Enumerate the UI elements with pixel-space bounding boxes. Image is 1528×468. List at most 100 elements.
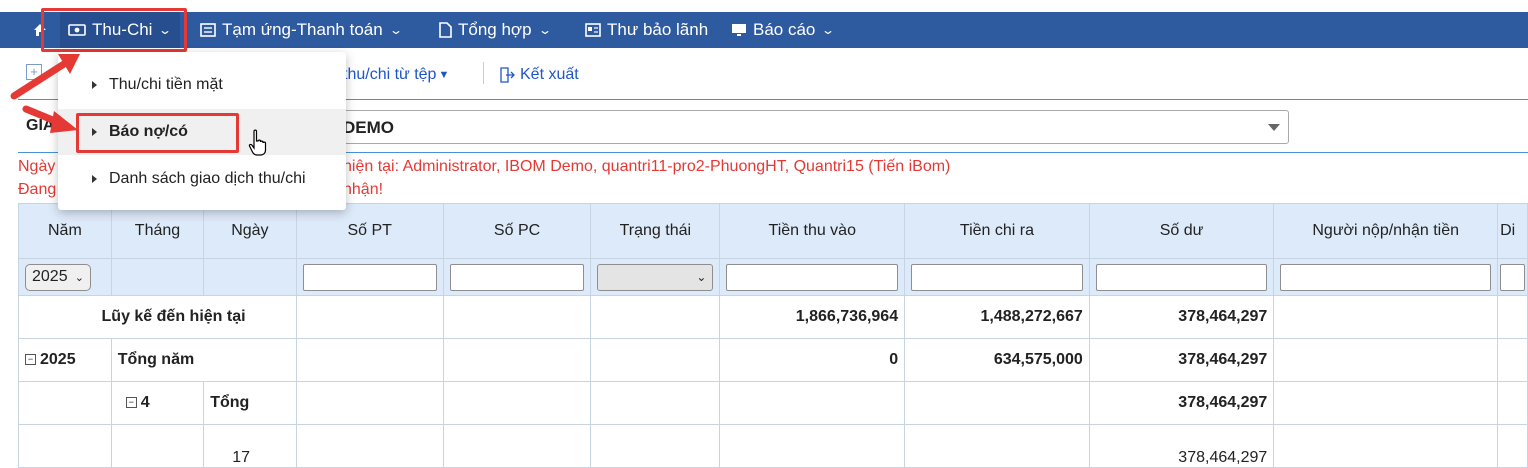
nav-tam-ung[interactable]: Tạm ứng-Thanh toán ⌄ bbox=[200, 12, 403, 48]
top-strip bbox=[0, 0, 1528, 12]
col-header-tien-chi[interactable]: Tiền chi ra bbox=[904, 203, 1090, 259]
col-header-nguoi-nop[interactable]: Người nộp/nhận tiền bbox=[1273, 203, 1499, 259]
table-header-row: Năm Tháng Ngày Số PT Số PC Trạng thái Ti… bbox=[18, 203, 1528, 259]
nav-tam-ung-label: Tạm ứng-Thanh toán bbox=[222, 20, 383, 39]
cell bbox=[1273, 295, 1499, 339]
luy-ke-label: Lũy kế đến hiện tại bbox=[18, 295, 297, 339]
filter-cell-di bbox=[1497, 258, 1528, 296]
col-header-trang-thai[interactable]: Trạng thái bbox=[590, 203, 721, 259]
company-select-value: DEMO bbox=[343, 118, 394, 137]
cell bbox=[1497, 424, 1528, 468]
col-header-nam[interactable]: Năm bbox=[18, 203, 112, 259]
cash-icon bbox=[68, 23, 86, 37]
table-filter-row: 2025 ⌄ ⌄ bbox=[18, 258, 1528, 296]
table-row[interactable]: 17 378,464,297 bbox=[18, 424, 1528, 468]
main-navbar: Thu-Chi ⌄ Tạm ứng-Thanh toán ⌄ Tổng hợp … bbox=[0, 12, 1528, 48]
col-header-so-pc[interactable]: Số PC bbox=[442, 203, 592, 259]
month-group-cell[interactable]: −4 bbox=[110, 381, 205, 425]
col-header-so-du[interactable]: Số dư bbox=[1088, 203, 1275, 259]
menu-item-bao-no-co[interactable]: Báo nợ/có bbox=[58, 109, 346, 155]
cell bbox=[295, 338, 444, 382]
notice-line-2-text: nhận! bbox=[343, 181, 384, 198]
trang-thai-filter-select[interactable]: ⌄ bbox=[597, 263, 714, 291]
col-header-di[interactable]: Di bbox=[1497, 203, 1528, 259]
chevron-down-icon: ⌄ bbox=[821, 23, 836, 37]
home-icon bbox=[34, 24, 46, 36]
di-filter-input[interactable] bbox=[1500, 263, 1525, 291]
annotation-arrow-1 bbox=[10, 54, 80, 100]
menu-item-label: Danh sách giao dịch thu/chi bbox=[109, 170, 306, 187]
menu-item-label: Báo nợ/có bbox=[109, 123, 188, 140]
year-tien-thu: 0 bbox=[719, 338, 906, 382]
filter-cell-thang bbox=[110, 258, 205, 296]
so-pc-filter-input[interactable] bbox=[449, 263, 585, 291]
filter-cell-tien-chi bbox=[904, 258, 1090, 296]
import-from-file-button[interactable]: thu/chi từ tệp ▼ bbox=[343, 66, 449, 84]
day-cell: 17 bbox=[203, 424, 297, 468]
cell bbox=[590, 424, 721, 468]
table-row[interactable]: −4 Tổng 378,464,297 bbox=[18, 381, 1528, 425]
nav-thu-chi-label: Thu-Chi bbox=[92, 20, 153, 39]
filter-cell-trang-thai: ⌄ bbox=[590, 258, 721, 296]
export-button[interactable]: Kết xuất bbox=[498, 66, 579, 84]
chevron-down-icon: ⌄ bbox=[696, 269, 707, 284]
home-nav-button[interactable] bbox=[30, 12, 50, 48]
cell bbox=[110, 424, 205, 468]
year-group-cell[interactable]: −2025 bbox=[18, 338, 112, 382]
cell bbox=[442, 424, 592, 468]
nguoi-nop-filter-input[interactable] bbox=[1280, 263, 1492, 291]
so-du-filter-input[interactable] bbox=[1095, 263, 1268, 291]
tien-thu-filter-input[interactable] bbox=[726, 263, 899, 291]
receipt-icon bbox=[200, 23, 216, 37]
collapse-icon[interactable]: − bbox=[25, 354, 36, 366]
chevron-down-icon: ⌄ bbox=[537, 23, 552, 37]
day-so-du: 378,464,297 bbox=[1088, 424, 1275, 468]
col-header-tien-thu[interactable]: Tiền thu vào bbox=[719, 203, 906, 259]
tien-chi-filter-input[interactable] bbox=[911, 263, 1083, 291]
luy-ke-tien-chi: 1,488,272,667 bbox=[904, 295, 1090, 339]
col-header-ngay[interactable]: Ngày bbox=[203, 203, 297, 259]
col-header-thang[interactable]: Tháng bbox=[110, 203, 205, 259]
menu-item-danh-sach-giao-dich[interactable]: Danh sách giao dịch thu/chi bbox=[58, 156, 346, 202]
caret-right-icon bbox=[92, 128, 97, 136]
cell bbox=[295, 381, 444, 425]
year-filter-select[interactable]: 2025 ⌄ bbox=[25, 263, 91, 291]
caret-down-icon: ▼ bbox=[438, 69, 450, 81]
toolbar-separator bbox=[483, 62, 484, 84]
cell bbox=[18, 424, 112, 468]
so-pt-filter-input[interactable] bbox=[302, 263, 437, 291]
notice-line-1-prefix: Ngày bbox=[18, 158, 56, 175]
filter-cell-so-pt bbox=[295, 258, 444, 296]
nav-bao-cao[interactable]: Báo cáo ⌄ bbox=[731, 12, 836, 48]
col-header-so-pt[interactable]: Số PT bbox=[295, 203, 444, 259]
menu-item-thu-chi-tien-mat[interactable]: Thu/chi tiền mặt bbox=[58, 62, 346, 108]
nav-tong-hop[interactable]: Tổng hợp ⌄ bbox=[438, 12, 552, 48]
year-total-label: Tổng năm bbox=[110, 338, 297, 382]
menu-item-label: Thu/chi tiền mặt bbox=[109, 76, 223, 93]
table-row[interactable]: Lũy kế đến hiện tại 1,866,736,964 1,488,… bbox=[18, 295, 1528, 339]
cell bbox=[904, 424, 1090, 468]
monitor-icon bbox=[731, 23, 747, 37]
export-label: Kết xuất bbox=[520, 66, 579, 83]
chevron-down-icon: ⌄ bbox=[74, 271, 84, 284]
nav-thu-chi[interactable]: Thu-Chi ⌄ bbox=[60, 12, 180, 48]
pointer-cursor-icon bbox=[248, 129, 267, 156]
nav-thu-bao-lanh[interactable]: Thư bảo lãnh bbox=[585, 12, 708, 48]
cell bbox=[1273, 424, 1499, 468]
company-select[interactable]: DEMO bbox=[330, 110, 1289, 144]
collapse-icon[interactable]: − bbox=[125, 397, 137, 409]
chevron-down-icon: ⌄ bbox=[158, 23, 173, 37]
table-row[interactable]: −2025 Tổng năm 0 634,575,000 378,464,297 bbox=[18, 338, 1528, 382]
caret-down-icon bbox=[1268, 124, 1280, 131]
cash-ledger-table: Năm Tháng Ngày Số PT Số PC Trạng thái Ti… bbox=[18, 203, 1528, 468]
cell bbox=[442, 381, 592, 425]
cell bbox=[590, 381, 721, 425]
nav-bao-cao-label: Báo cáo bbox=[753, 20, 816, 39]
document-icon bbox=[438, 22, 452, 38]
export-icon bbox=[500, 67, 515, 83]
cell bbox=[1273, 381, 1499, 425]
luy-ke-so-du: 378,464,297 bbox=[1088, 295, 1275, 339]
notice-line-2-prefix: Đang bbox=[18, 181, 57, 198]
year-filter-cell: 2025 ⌄ bbox=[18, 258, 112, 296]
import-label: thu/chi từ tệp bbox=[343, 66, 437, 83]
